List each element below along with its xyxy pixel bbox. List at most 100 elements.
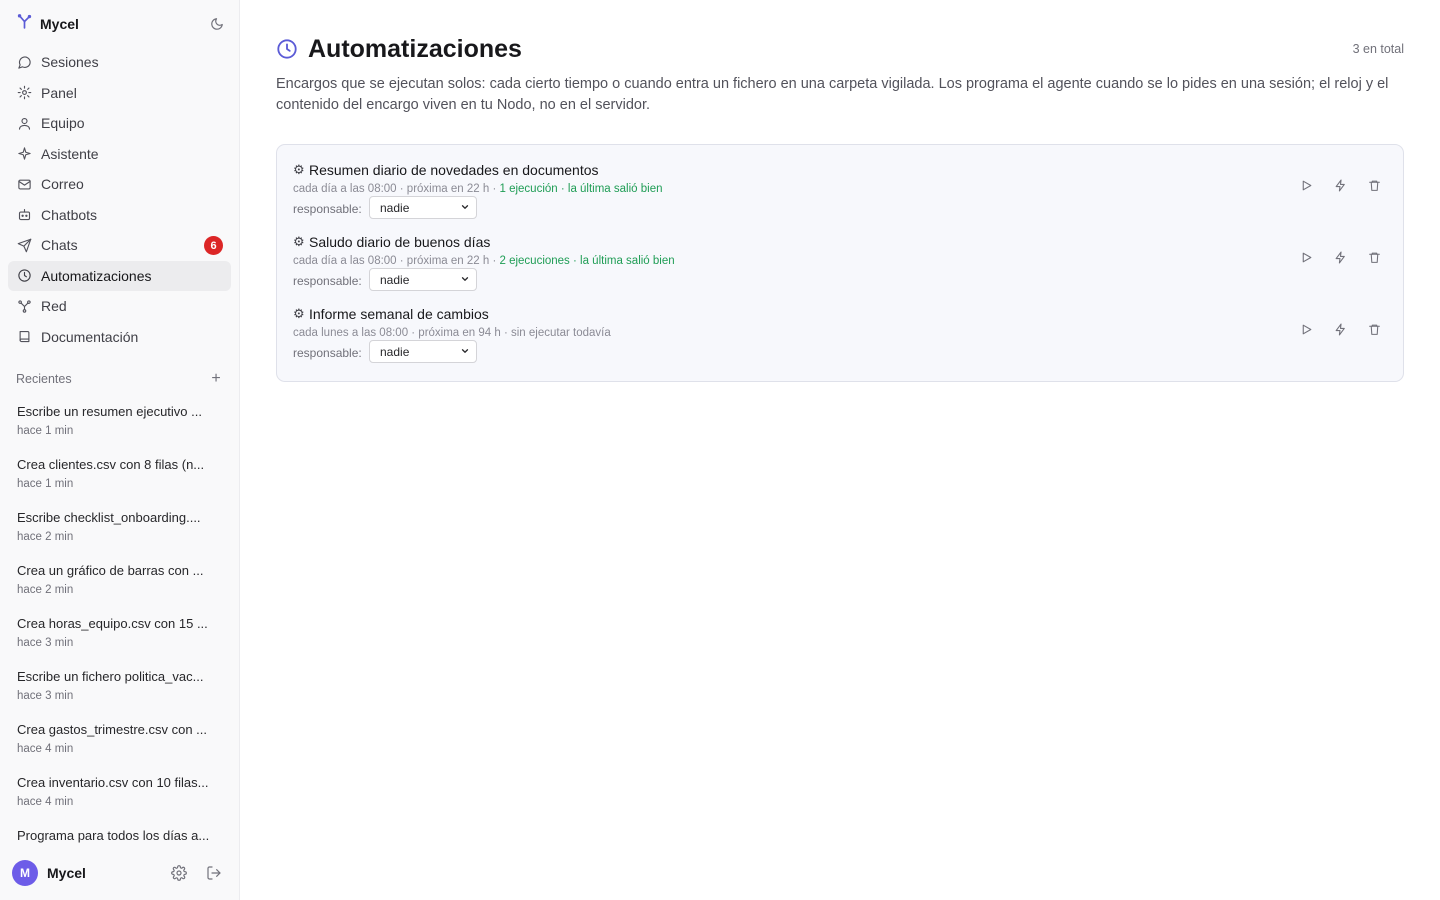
gear-icon: ⚙ bbox=[293, 162, 305, 177]
page-description: Encargos que se ejecutan solos: cada cie… bbox=[276, 76, 1389, 113]
sparkle-icon bbox=[16, 146, 32, 162]
automation-title: ⚙ Informe semanal de cambios bbox=[293, 305, 489, 323]
clock-icon bbox=[16, 268, 32, 284]
nav-label: Documentación bbox=[41, 328, 139, 345]
automation-item: ⚙ Resumen diario de novedades en documen… bbox=[293, 161, 1387, 225]
delete-trash-icon[interactable] bbox=[1362, 245, 1386, 269]
trigger-bolt-icon[interactable] bbox=[1328, 245, 1352, 269]
recents-title: Recientes bbox=[16, 372, 72, 386]
recent-session-title: Crea gastos_trimestre.csv con ... bbox=[17, 722, 208, 737]
nav-label: Automatizaciones bbox=[41, 267, 152, 284]
nav-label: Correo bbox=[41, 176, 84, 193]
nav-label: Asistente bbox=[41, 145, 99, 162]
responsable-select[interactable]: nadie bbox=[369, 268, 477, 291]
mycel-logo-icon bbox=[16, 13, 33, 35]
nav-label: Sesiones bbox=[41, 54, 99, 71]
delete-trash-icon[interactable] bbox=[1362, 317, 1386, 341]
recents-header: Recientes + bbox=[16, 370, 224, 388]
responsable-value: nadie bbox=[380, 272, 410, 287]
clock-icon bbox=[276, 38, 298, 60]
responsable-select[interactable]: nadie bbox=[369, 340, 477, 363]
page-title: Automatizaciones bbox=[308, 35, 522, 63]
gear-icon: ⚙ bbox=[293, 306, 305, 321]
recent-session-title: Crea un gráfico de barras con ... bbox=[17, 563, 204, 578]
run-play-icon[interactable] bbox=[1294, 173, 1318, 197]
nav-label: Panel bbox=[41, 84, 77, 101]
recent-session-item[interactable]: Crea inventario.csv con 10 filas... hace… bbox=[0, 769, 239, 822]
nav-item-chatbots[interactable]: Chatbots bbox=[8, 200, 231, 231]
recent-session-item[interactable]: Crea horas_equipo.csv con 15 ... hace 3 … bbox=[0, 610, 239, 663]
trigger-bolt-icon[interactable] bbox=[1328, 317, 1352, 341]
sidebar: Mycel Sesiones Panel Equipo Asistente Co… bbox=[0, 0, 240, 900]
recents-list: Escribe un resumen ejecutivo ... hace 1 … bbox=[0, 398, 239, 844]
automation-meta: cada lunes a las 08:00 · próxima en 94 h… bbox=[293, 326, 611, 340]
theme-toggle-moon-icon[interactable] bbox=[208, 15, 226, 33]
brand[interactable]: Mycel bbox=[16, 14, 79, 34]
run-play-icon[interactable] bbox=[1294, 245, 1318, 269]
user-bar: M Mycel bbox=[0, 846, 239, 900]
automation-meta: cada día a las 08:00 · próxima en 22 h ·… bbox=[293, 254, 675, 268]
automation-status: sin ejecutar todavía bbox=[511, 327, 611, 339]
nav-label: Chatbots bbox=[41, 206, 98, 223]
network-icon bbox=[16, 298, 32, 314]
logout-icon[interactable] bbox=[206, 865, 222, 881]
recent-session-time: hace 2 min bbox=[17, 531, 74, 543]
automation-item: ⚙ Saludo diario de buenos días cada día … bbox=[293, 233, 1387, 297]
settings-gear-icon[interactable] bbox=[171, 865, 187, 881]
automation-schedule: cada día a las 08:00 · próxima en 22 h · bbox=[293, 255, 500, 267]
responsable-value: nadie bbox=[380, 344, 410, 359]
person-icon bbox=[16, 115, 32, 131]
responsable-label: responsable: bbox=[293, 346, 362, 360]
automation-name: Saludo diario de buenos días bbox=[309, 234, 491, 250]
responsable-label: responsable: bbox=[293, 202, 362, 216]
automation-schedule: cada día a las 08:00 · próxima en 22 h · bbox=[293, 183, 500, 195]
nav-item-automatizaciones[interactable]: Automatizaciones bbox=[8, 260, 231, 291]
recent-session-time: hace 3 min bbox=[17, 690, 74, 702]
automation-meta: cada día a las 08:00 · próxima en 22 h ·… bbox=[293, 182, 663, 196]
recent-session-item[interactable]: Crea un gráfico de barras con ... hace 2… bbox=[0, 557, 239, 610]
mail-icon bbox=[16, 176, 32, 192]
responsable-select[interactable]: nadie bbox=[369, 196, 477, 219]
main-nav: Sesiones Panel Equipo Asistente Correo C… bbox=[8, 47, 231, 352]
recent-session-item[interactable]: Escribe checklist_onboarding.... hace 2 … bbox=[0, 504, 239, 557]
delete-trash-icon[interactable] bbox=[1362, 173, 1386, 197]
nav-label: Equipo bbox=[41, 115, 85, 132]
automation-status: 1 ejecución · la última salió bien bbox=[499, 183, 663, 195]
automation-status: 2 ejecuciones · la última salió bien bbox=[499, 255, 675, 267]
avatar[interactable]: M bbox=[12, 860, 38, 886]
responsable-label: responsable: bbox=[293, 274, 362, 288]
automation-title: ⚙ Saludo diario de buenos días bbox=[293, 233, 490, 251]
recent-session-title: Escribe checklist_onboarding.... bbox=[17, 510, 201, 525]
recent-session-item[interactable]: Programa para todos los días a... bbox=[0, 822, 239, 844]
recent-session-item[interactable]: Escribe un resumen ejecutivo ... hace 1 … bbox=[0, 398, 239, 451]
book-icon bbox=[16, 329, 32, 345]
send-icon bbox=[16, 237, 32, 253]
recent-session-time: hace 4 min bbox=[17, 743, 74, 755]
run-play-icon[interactable] bbox=[1294, 317, 1318, 341]
recent-session-title: Crea horas_equipo.csv con 15 ... bbox=[17, 616, 208, 631]
nav-item-panel[interactable]: Panel bbox=[8, 78, 231, 109]
nav-item-asistente[interactable]: Asistente bbox=[8, 139, 231, 170]
total-count: 3 en total bbox=[1352, 42, 1404, 56]
nav-item-equipo[interactable]: Equipo bbox=[8, 108, 231, 139]
nav-item-red[interactable]: Red bbox=[8, 291, 231, 322]
trigger-bolt-icon[interactable] bbox=[1328, 173, 1352, 197]
recent-session-item[interactable]: Crea gastos_trimestre.csv con ... hace 4… bbox=[0, 716, 239, 769]
nav-item-documentacion[interactable]: Documentación bbox=[8, 322, 231, 353]
nav-item-correo[interactable]: Correo bbox=[8, 169, 231, 200]
nav-item-sesiones[interactable]: Sesiones bbox=[8, 47, 231, 78]
recent-session-item[interactable]: Escribe un fichero politica_vac... hace … bbox=[0, 663, 239, 716]
cog-panel-icon bbox=[16, 85, 32, 101]
recent-session-time: hace 3 min bbox=[17, 637, 74, 649]
new-session-plus-icon[interactable]: + bbox=[208, 371, 224, 387]
automation-name: Informe semanal de cambios bbox=[309, 306, 489, 322]
chevron-down-icon bbox=[460, 345, 470, 359]
nav-label: Chats bbox=[41, 237, 78, 254]
recent-session-time: hace 1 min bbox=[17, 425, 74, 437]
recent-session-time: hace 4 min bbox=[17, 796, 74, 808]
nav-item-chats[interactable]: Chats 6 bbox=[8, 230, 231, 261]
automation-item: ⚙ Informe semanal de cambios cada lunes … bbox=[293, 305, 1387, 369]
user-name: Mycel bbox=[47, 865, 86, 881]
recent-session-time: hace 1 min bbox=[17, 478, 74, 490]
recent-session-item[interactable]: Crea clientes.csv con 8 filas (n... hace… bbox=[0, 451, 239, 504]
